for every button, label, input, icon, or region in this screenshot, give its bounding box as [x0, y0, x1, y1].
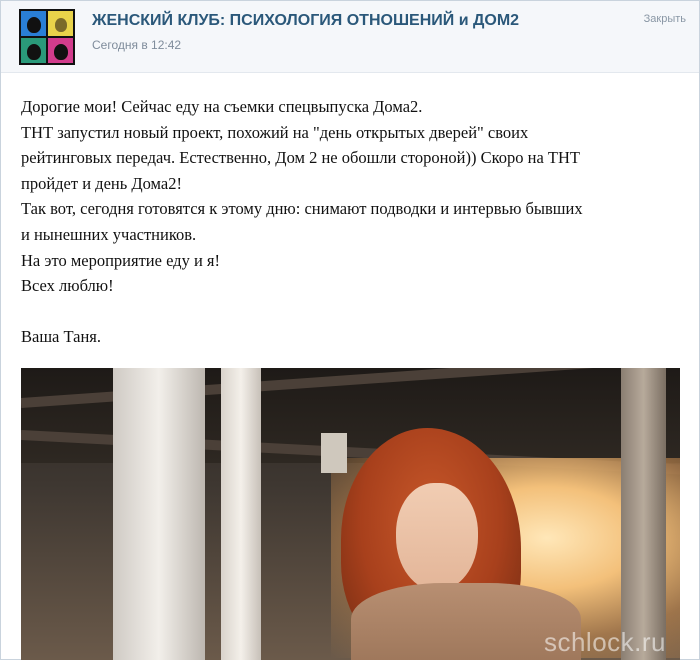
- photo-sign: [321, 433, 347, 473]
- avatar-quadrant-icon: [21, 11, 46, 36]
- photo-column: [221, 368, 261, 660]
- post-line: Так вот, сегодня готовятся к этому дню: …: [21, 199, 583, 219]
- photo-column: [621, 368, 666, 660]
- post-line: Всех люблю!: [21, 276, 114, 296]
- post-line: рейтинговых передач. Естественно, Дом 2 …: [21, 148, 581, 168]
- post-timestamp[interactable]: Сегодня в 12:42: [92, 38, 181, 52]
- avatar-quadrant-icon: [21, 38, 46, 63]
- post-line: пройдет и день Дома2!: [21, 173, 182, 193]
- post-line: Дорогие мои! Сейчас еду на съемки спецвы…: [21, 97, 423, 116]
- post-header: ЖЕНСКИЙ КЛУБ: ПСИХОЛОГИЯ ОТНОШЕНИЙ и ДОМ…: [1, 1, 699, 73]
- group-avatar[interactable]: [19, 9, 75, 65]
- avatar-quadrant-icon: [48, 38, 73, 63]
- post-line: и нынешних участников.: [21, 224, 197, 244]
- photo-woman-face: [396, 483, 478, 591]
- post-line: На это мероприятие еду и я!: [21, 250, 220, 270]
- group-title-link[interactable]: ЖЕНСКИЙ КЛУБ: ПСИХОЛОГИЯ ОТНОШЕНИЙ и ДОМ…: [92, 12, 519, 30]
- close-button[interactable]: Закрыть: [644, 13, 686, 25]
- photo-watermark: schlock.ru: [543, 627, 666, 657]
- post-line: ТНТ запустил новый проект, похожий на "д…: [21, 122, 529, 142]
- avatar-quadrant-icon: [48, 11, 73, 36]
- post-body: Дорогие мои! Сейчас еду на съемки спецвы…: [21, 94, 661, 349]
- photo-column: [113, 368, 205, 660]
- post-photo[interactable]: schlock.ru: [21, 368, 680, 660]
- post-signature: Ваша Таня.: [21, 326, 102, 346]
